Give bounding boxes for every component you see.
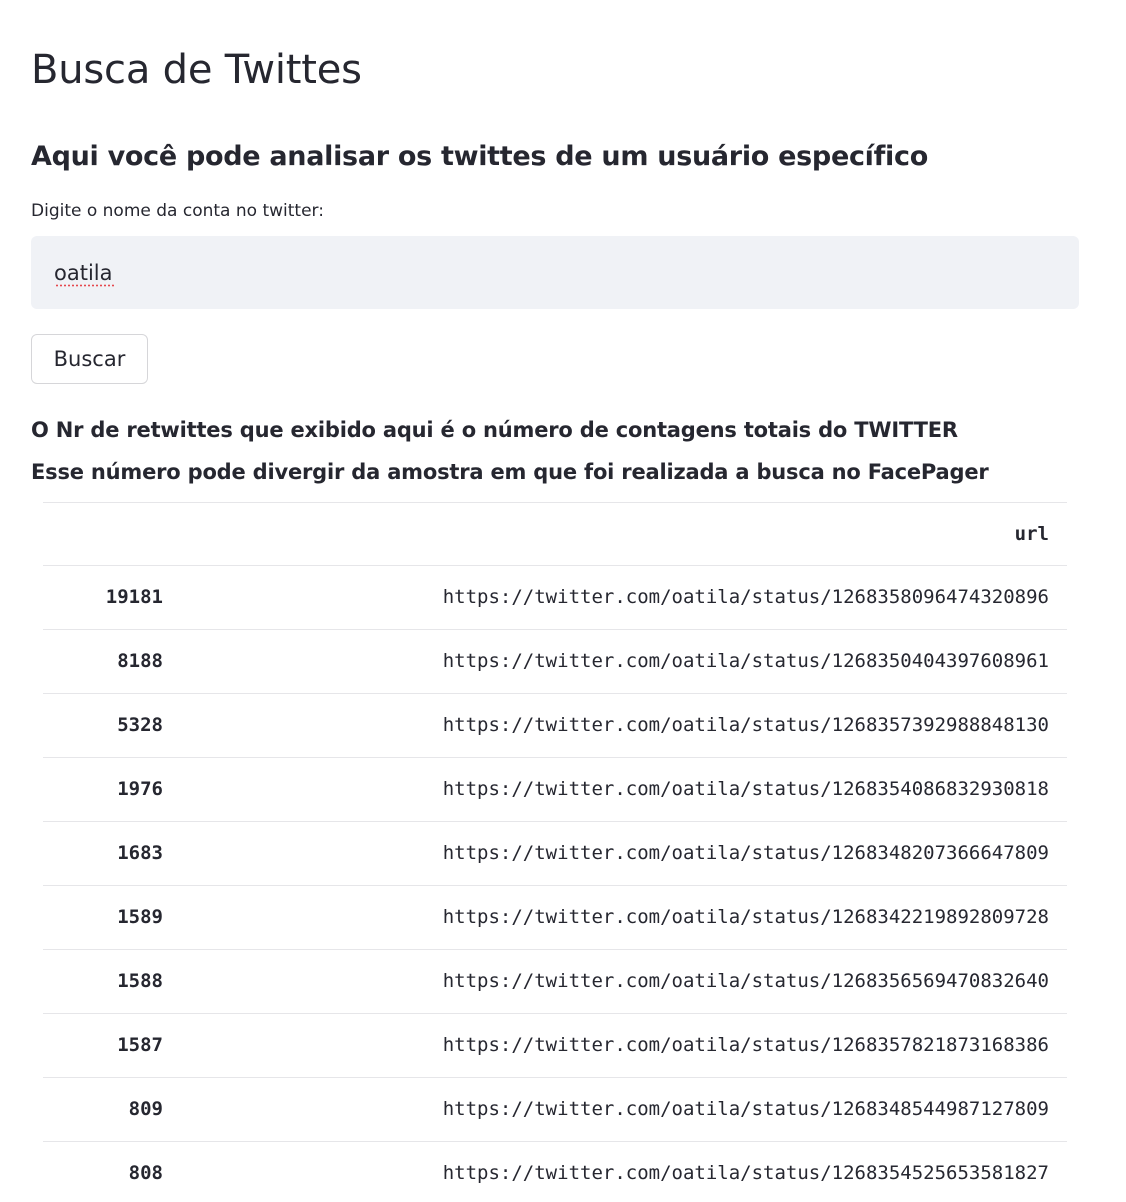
row-index: 809 [128, 1098, 163, 1120]
note-sample-divergence: Esse número pode divergir da amostra em … [31, 460, 989, 484]
row-url: https://twitter.com/oatila/status/126834… [442, 906, 1049, 928]
page-title: Busca de Twittes [31, 47, 362, 93]
row-url: https://twitter.com/oatila/status/126835… [442, 650, 1049, 672]
table-row: 809 https://twitter.com/oatila/status/12… [43, 1078, 1067, 1142]
row-index: 19181 [105, 586, 163, 608]
account-name-input[interactable] [31, 236, 1079, 309]
row-index: 1976 [117, 778, 163, 800]
row-url: https://twitter.com/oatila/status/126834… [442, 1098, 1049, 1120]
search-button[interactable]: Buscar [31, 334, 148, 384]
table-row: 19181 https://twitter.com/oatila/status/… [43, 566, 1067, 630]
table-row: 1683 https://twitter.com/oatila/status/1… [43, 822, 1067, 886]
table-row: 8188 https://twitter.com/oatila/status/1… [43, 630, 1067, 694]
table-row: 1588 https://twitter.com/oatila/status/1… [43, 950, 1067, 1014]
row-index: 8188 [117, 650, 163, 672]
results-table: url 19181 https://twitter.com/oatila/sta… [43, 502, 1067, 1202]
table-header: url [43, 502, 1067, 566]
row-url: https://twitter.com/oatila/status/126835… [442, 970, 1049, 992]
row-index: 1589 [117, 906, 163, 928]
table-row: 1976 https://twitter.com/oatila/status/1… [43, 758, 1067, 822]
row-index: 1683 [117, 842, 163, 864]
account-name-label: Digite o nome da conta no twitter: [31, 201, 324, 221]
table-row: 1589 https://twitter.com/oatila/status/1… [43, 886, 1067, 950]
column-header-url: url [1014, 523, 1049, 545]
table-row: 5328 https://twitter.com/oatila/status/1… [43, 694, 1067, 758]
spellcheck-underline [55, 284, 115, 287]
note-retweet-count: O Nr de retwittes que exibido aqui é o n… [31, 418, 958, 442]
row-url: https://twitter.com/oatila/status/126835… [442, 1162, 1049, 1184]
row-url: https://twitter.com/oatila/status/126834… [442, 842, 1049, 864]
row-url: https://twitter.com/oatila/status/126835… [442, 1034, 1049, 1056]
page-subtitle: Aqui você pode analisar os twittes de um… [31, 141, 928, 172]
table-row: 808 https://twitter.com/oatila/status/12… [43, 1142, 1067, 1202]
row-index: 5328 [117, 714, 163, 736]
table-row: 1587 https://twitter.com/oatila/status/1… [43, 1014, 1067, 1078]
row-url: https://twitter.com/oatila/status/126835… [442, 586, 1049, 608]
row-index: 1588 [117, 970, 163, 992]
row-index: 808 [128, 1162, 163, 1184]
row-url: https://twitter.com/oatila/status/126835… [442, 714, 1049, 736]
row-index: 1587 [117, 1034, 163, 1056]
row-url: https://twitter.com/oatila/status/126835… [442, 778, 1049, 800]
